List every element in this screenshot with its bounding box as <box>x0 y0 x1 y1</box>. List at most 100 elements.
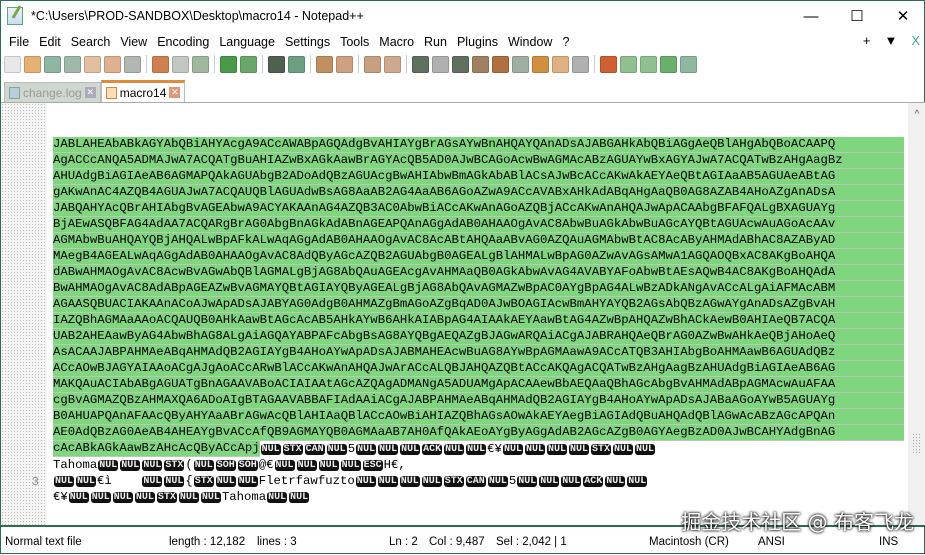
selected-text[interactable]: AE0AdQBzAG0AeAB4AHEAYgBvACcAfQB9AGMAYQB0… <box>53 425 904 441</box>
redo-icon[interactable] <box>240 55 257 73</box>
selected-text[interactable]: ACcAOwBJAGYAIAAoACgAJgAoACcARwBlACcAKwAn… <box>53 361 904 377</box>
minimize-button[interactable]: — <box>788 1 834 31</box>
selected-text[interactable]: cAcABkAGkAawBzAHcAcQByACcApj <box>53 441 260 457</box>
selected-text[interactable]: AgACCcANQA5ADMAJwA7ACQATgBuAHIAZwBxAGkAa… <box>53 153 904 169</box>
tab-macro14[interactable]: macro14 ✕ <box>100 80 186 102</box>
menu-run[interactable]: Run <box>419 35 452 49</box>
status-file-type: Normal text file <box>5 536 82 548</box>
selected-text[interactable]: AGMAbwBuAHQAYQBjAHQALwBpAFkALwAqAGgAdAB0… <box>53 233 904 249</box>
editor[interactable]: 3 JABLAHEAbABkAGYAbQBiAHYAcgA9ACcAWABpAG… <box>1 102 925 527</box>
zoom-in-icon[interactable] <box>316 55 333 73</box>
selected-text[interactable]: AGAASQBUACIAKAAnACoAJwApADsAJABYAG0AdgB0… <box>53 297 904 313</box>
run-macro-multiple-icon[interactable] <box>660 55 677 73</box>
close-document-icon[interactable]: X <box>911 33 920 48</box>
selected-text[interactable]: dABwAHMAOgAvAC8AcwBvAGwAbQBlAGMALgBjAG8A… <box>53 265 904 281</box>
doc-map-icon[interactable] <box>492 55 509 73</box>
text-segment: €ì <box>97 474 142 488</box>
status-eol[interactable]: Macintosh (CR) <box>649 536 729 548</box>
control-char-nul: NUL <box>487 475 508 487</box>
stop-macro-icon[interactable] <box>620 55 637 73</box>
find-icon[interactable] <box>268 55 285 73</box>
sync-horizontal-icon[interactable] <box>384 55 401 73</box>
scroll-up-icon[interactable]: ^ <box>908 109 925 120</box>
record-macro-icon[interactable] <box>600 55 617 73</box>
scrollbar-thumb[interactable] <box>912 433 922 453</box>
file-icon <box>105 86 117 99</box>
toolbar <box>4 53 697 75</box>
menu-settings[interactable]: Settings <box>280 35 335 49</box>
control-char-nul: NUL <box>142 459 163 471</box>
toolbar-separator <box>358 55 359 73</box>
selected-text[interactable]: gAKwAnAC4AZQB4AGUAJwA7ACQAUQBlAGUAdwBsAG… <box>53 185 904 201</box>
menu-language[interactable]: Language <box>214 35 280 49</box>
selected-text[interactable]: cgBvAGMAZQBzAHMAXQA6ADoAIgBTAGAAVABBAFIA… <box>53 393 904 409</box>
tab-close-icon[interactable]: ✕ <box>169 87 181 98</box>
zoom-out-icon[interactable] <box>336 55 353 73</box>
new-tab-icon[interactable]: + <box>863 33 871 48</box>
save-all-icon[interactable] <box>64 55 81 73</box>
cut-icon[interactable] <box>152 55 169 73</box>
selected-text[interactable]: UAB2AHEAawByAG4AbwBhAG8ALgAiAGQAYABPAFcA… <box>53 329 904 345</box>
text-row: JABQAHYAcQBrAHIAbgBvAGEAbwA9ACYAKAAnAG4A… <box>53 201 904 217</box>
close-icon[interactable] <box>84 55 101 73</box>
menu-tools[interactable]: Tools <box>335 35 374 49</box>
text-row: €¥ NUL NUL NUL NUL STX NUL NUL Tahoma NUL NUL <box>53 489 904 505</box>
menu-plugins[interactable]: Plugins <box>452 35 503 49</box>
sync-vertical-icon[interactable] <box>364 55 381 73</box>
control-char-nul: NUL <box>546 443 567 455</box>
paste-icon[interactable] <box>192 55 209 73</box>
selected-text[interactable]: AsACAAJABPAHMAeABqAHMAdQB2AGIAYgB4AHoAYw… <box>53 345 904 361</box>
selected-text[interactable]: JABLAHEAbABkAGYAbQBiAHYAcgA9ACcAWABpAGQA… <box>53 137 904 153</box>
text-row: IAZQBhAGMAaAAoACQAUQB0AHkAawBtAGcAcAB5AH… <box>53 313 904 329</box>
text-content[interactable]: JABLAHEAbABkAGYAbQBiAHYAcgA9ACcAWABpAGQA… <box>53 137 904 505</box>
replace-icon[interactable] <box>288 55 305 73</box>
show-all-chars-icon[interactable] <box>432 55 449 73</box>
status-lines: lines : 3 <box>257 536 297 548</box>
text-segment: €¥ <box>53 490 68 504</box>
control-char-nul: NUL <box>561 475 582 487</box>
play-macro-icon[interactable] <box>640 55 657 73</box>
selected-text[interactable]: AHUAdgBiAGIAeAB6AGMAPQAkAGUAbgB2ADoAdQBz… <box>53 169 904 185</box>
maximize-button[interactable]: ☐ <box>834 1 880 31</box>
tab-close-icon[interactable]: ✕ <box>84 87 96 98</box>
folder-workspace-icon[interactable] <box>552 55 569 73</box>
menu-search[interactable]: Search <box>66 35 116 49</box>
indent-guide-icon[interactable] <box>452 55 469 73</box>
print-icon[interactable] <box>124 55 141 73</box>
copy-icon[interactable] <box>172 55 189 73</box>
save-macro-icon[interactable] <box>680 55 697 73</box>
control-char-nul: NUL <box>200 491 221 503</box>
control-char-nul: NUL <box>356 443 377 455</box>
selected-text[interactable]: JABQAHYAcQBrAHIAbgBvAGEAbwA9ACYAKAAnAG4A… <box>53 201 904 217</box>
udl-icon[interactable] <box>472 55 489 73</box>
selected-text[interactable]: BwAHMAOgAvAC8AdABpAGEAZwBvAGMAYQBtAGIAYQ… <box>53 281 904 297</box>
selected-text[interactable]: MAegB4AGEALwAqAGgAdAB0AHAAOgAvAC8AdQByAG… <box>53 249 904 265</box>
monitoring-icon[interactable] <box>572 55 589 73</box>
selected-text[interactable]: MAKQAuACIAbABgAGUATgBnAGAAVABoACIAIAAtAG… <box>53 377 904 393</box>
menu-window[interactable]: Window <box>503 35 557 49</box>
open-file-icon[interactable] <box>24 55 41 73</box>
menu-view[interactable]: View <box>115 35 152 49</box>
menu-edit[interactable]: Edit <box>34 35 66 49</box>
new-file-icon[interactable] <box>4 55 21 73</box>
function-list-icon[interactable] <box>532 55 549 73</box>
selected-text[interactable]: IAZQBhAGMAaAAoACQAUQB0AHkAawBtAGcAcAB5AH… <box>53 313 904 329</box>
word-wrap-icon[interactable] <box>412 55 429 73</box>
doc-list-icon[interactable] <box>512 55 529 73</box>
selected-text[interactable]: B0AHUAPQAnAFAAcQByAHYAaABrAGwAcQBlAHIAaQ… <box>53 409 904 425</box>
tab-change-log[interactable]: change.log ✕ <box>4 82 101 102</box>
menu-file[interactable]: File <box>4 35 34 49</box>
close-all-icon[interactable] <box>104 55 121 73</box>
close-button[interactable]: ✕ <box>880 1 925 31</box>
menu-encoding[interactable]: Encoding <box>152 35 214 49</box>
menu-macro[interactable]: Macro <box>374 35 419 49</box>
status-col: Col : 9,487 <box>429 536 485 548</box>
control-char-nul: NUL <box>318 459 339 471</box>
save-icon[interactable] <box>44 55 61 73</box>
tab-list-dropdown-icon[interactable]: ▼ <box>884 33 897 48</box>
status-bar: Normal text file length : 12,182 lines :… <box>1 531 925 555</box>
selected-text[interactable]: BjAEwASQBFAG4AdAA7ACQARgBrAG0AbgBnAGkAdA… <box>53 217 904 233</box>
vertical-scrollbar[interactable]: ^ <box>908 103 925 525</box>
undo-icon[interactable] <box>220 55 237 73</box>
menu-help[interactable]: ? <box>557 35 574 49</box>
